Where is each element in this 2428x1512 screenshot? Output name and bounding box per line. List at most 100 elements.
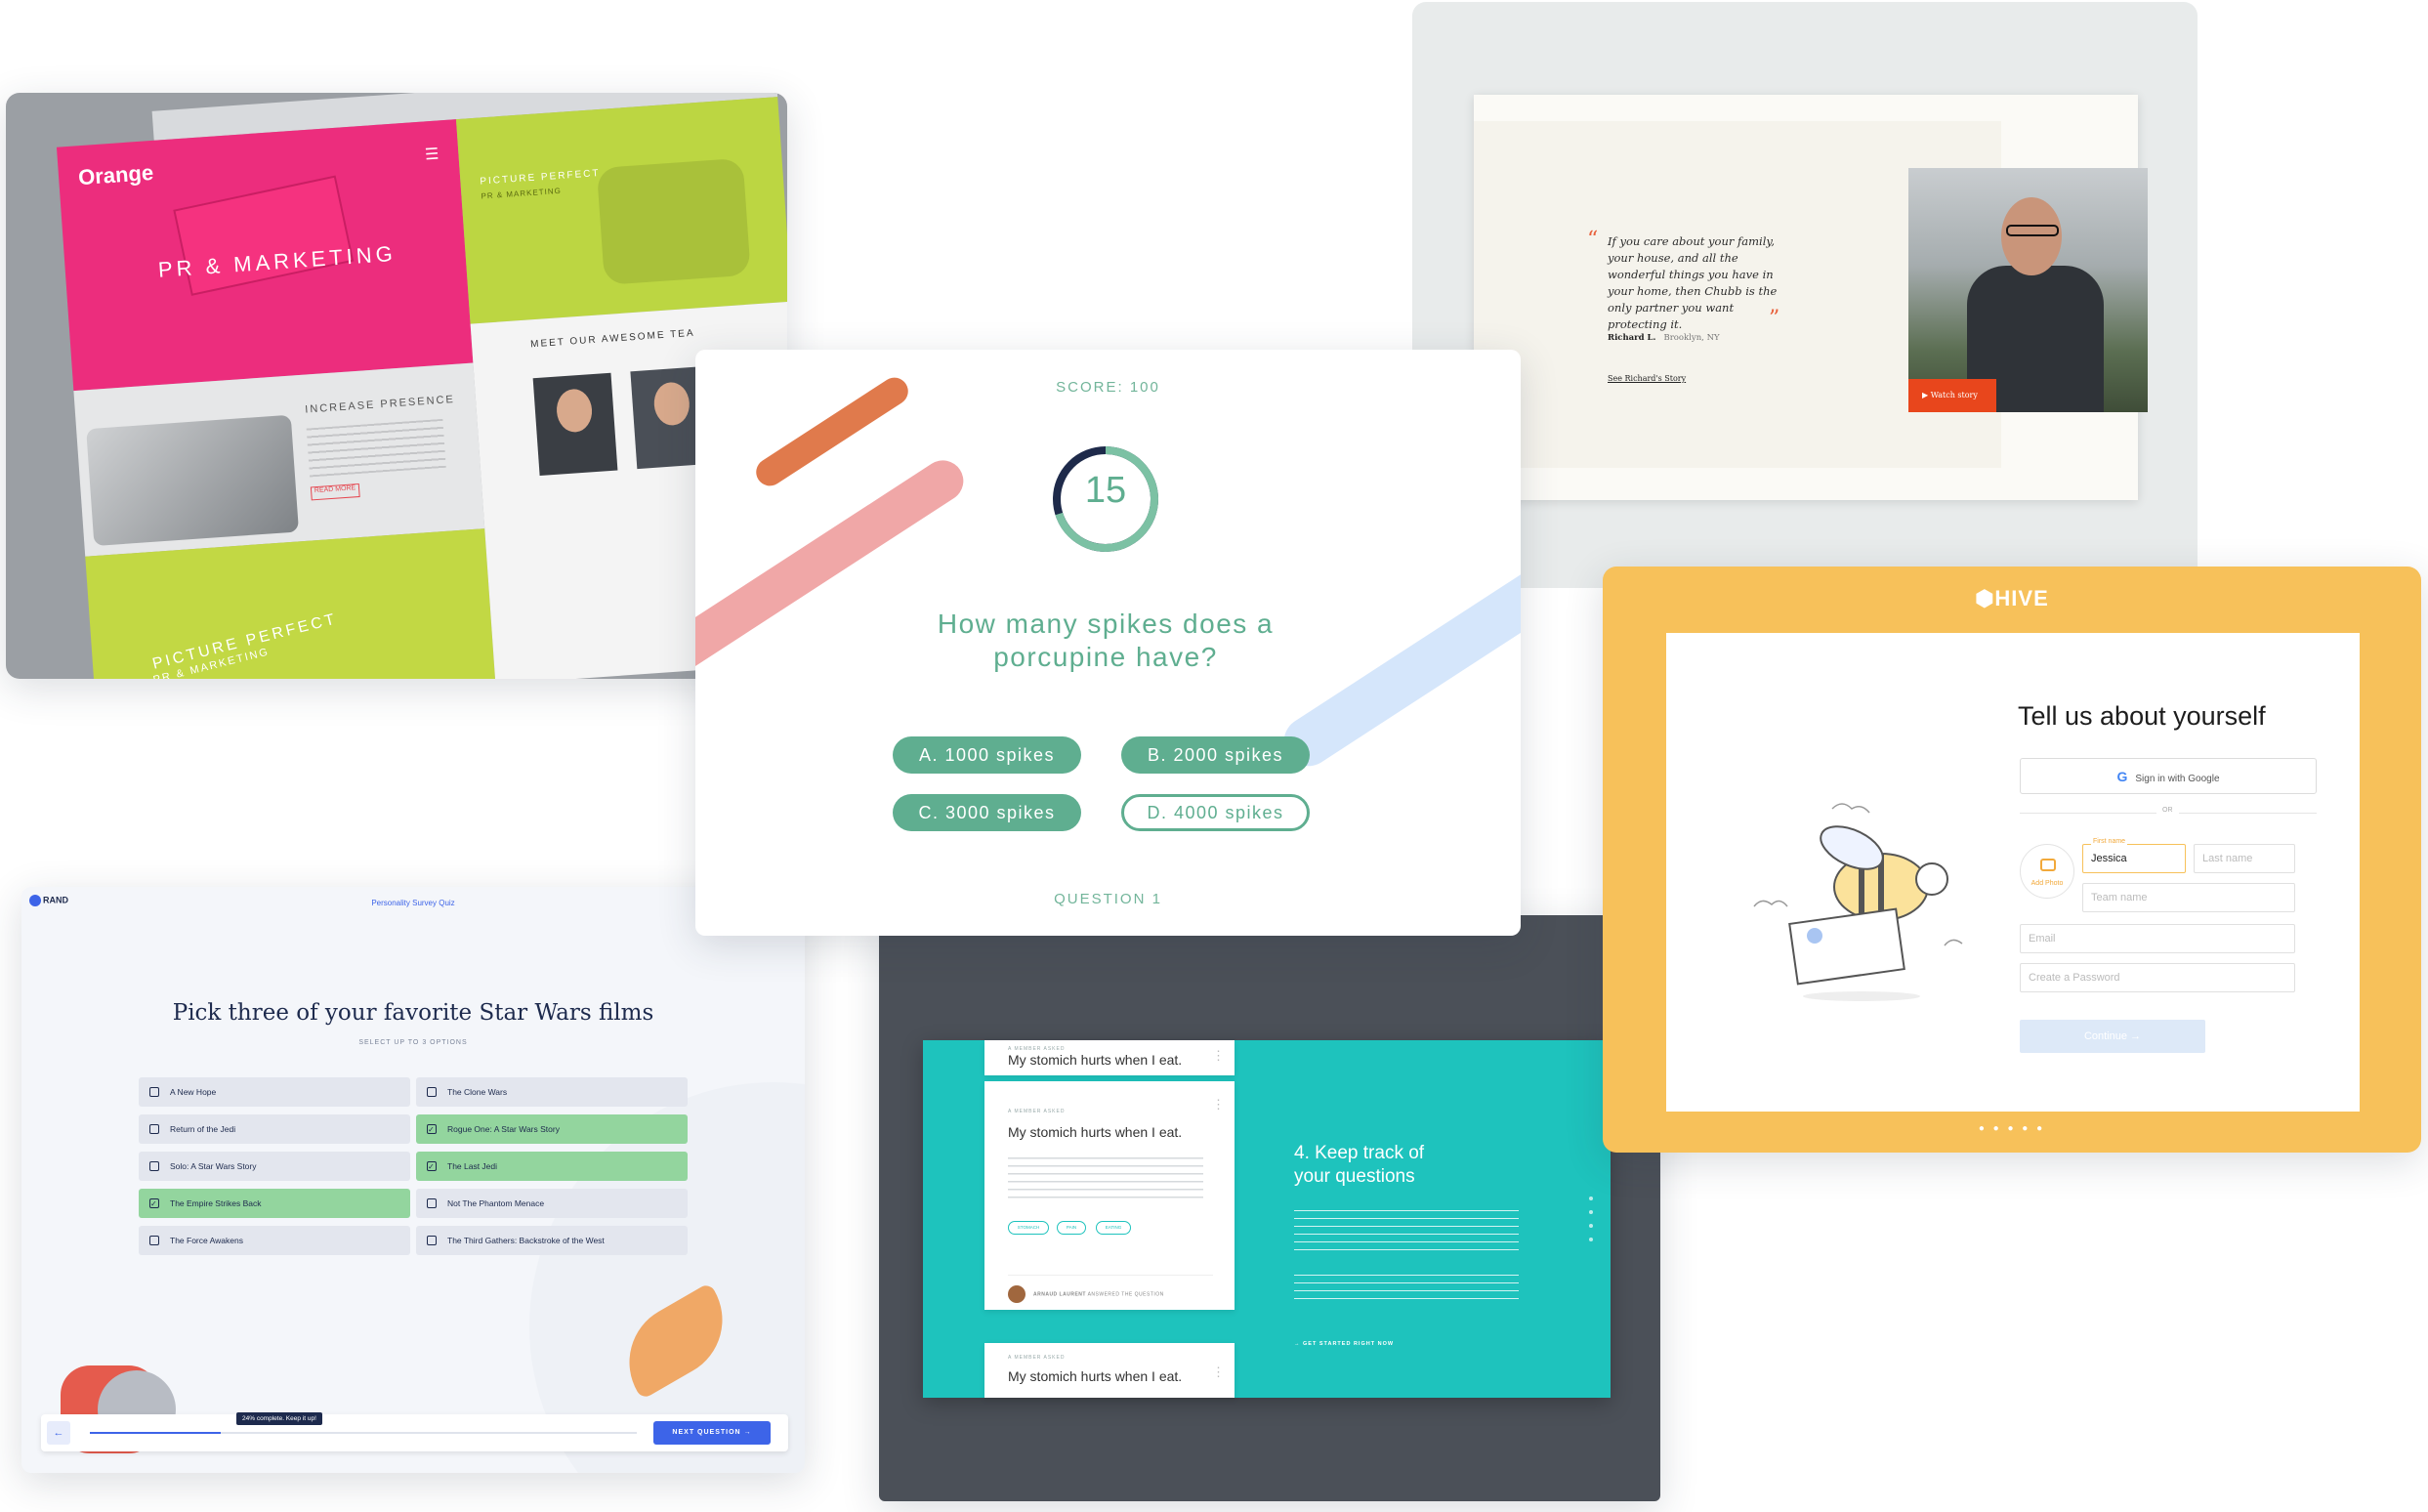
first-name-value: Jessica xyxy=(2091,853,2127,864)
play-icon: ▶ xyxy=(1922,391,1931,399)
question-card-text: My stomich hurts when I eat. xyxy=(1008,1368,1183,1384)
checkbox-icon[interactable] xyxy=(427,1087,437,1097)
tag-stomach[interactable]: STOMACH xyxy=(1008,1221,1049,1235)
answer-author: ARNAUD LAURENT ANSWERED THE QUESTION xyxy=(1008,1275,1213,1303)
orange-logo: Orange xyxy=(77,159,154,190)
watch-story-label: Watch story xyxy=(1930,391,1978,399)
password-field[interactable]: Create a Password xyxy=(2020,963,2295,992)
face xyxy=(555,388,594,434)
first-name-label: First name xyxy=(2091,837,2128,847)
answer-c-button[interactable]: C. 3000 spikes xyxy=(893,794,1081,831)
testimonial-quote: If you care about your family, your hous… xyxy=(1608,234,1778,331)
dot[interactable] xyxy=(1589,1224,1593,1228)
orange-website-screenshot: Orange ☰ PR & MARKETING INCREASE PRESENC… xyxy=(6,93,787,679)
answered-label: ANSWERED THE QUESTION xyxy=(1087,1291,1164,1298)
question-card-expanded[interactable]: A MEMBER ASKED My stomich hurts when I e… xyxy=(984,1081,1235,1310)
timer-value: 15 xyxy=(1084,470,1127,511)
watch-story-button[interactable]: ▶ Watch story xyxy=(1908,379,1996,412)
more-options-icon[interactable]: ⋮ xyxy=(1212,1048,1225,1064)
last-name-field[interactable]: Last name xyxy=(2194,844,2295,873)
option-5[interactable]: The Last Jedi xyxy=(416,1152,688,1182)
progress-tooltip: 24% complete. Keep it up! xyxy=(236,1412,322,1425)
avatar xyxy=(1008,1285,1026,1303)
camera-icon xyxy=(2040,859,2056,871)
team-member-photo xyxy=(532,372,618,477)
feature-headline-line1: 4. Keep track of xyxy=(1294,1143,1425,1163)
open-quote-mark: “ xyxy=(1587,228,1599,252)
read-more-button[interactable]: READ MORE xyxy=(310,483,360,501)
more-options-icon[interactable]: ⋮ xyxy=(1212,1097,1225,1113)
checkbox-icon[interactable] xyxy=(149,1161,159,1171)
testimonial-author: Richard L. Brooklyn, NY xyxy=(1608,333,1720,343)
get-started-label: GET STARTED RIGHT NOW xyxy=(1303,1341,1395,1347)
next-question-button[interactable]: NEXT QUESTION → xyxy=(653,1421,771,1445)
survey-nav-title: Personality Survey Quiz xyxy=(371,899,455,907)
option-7[interactable]: Not The Phantom Menace xyxy=(416,1189,688,1218)
continue-label: Continue xyxy=(2083,1030,2127,1042)
arrow-right-icon: → xyxy=(743,1429,752,1436)
checked-checkbox-icon[interactable] xyxy=(427,1153,437,1182)
checkbox-icon[interactable] xyxy=(149,1124,159,1134)
option-6[interactable]: The Empire Strikes Back xyxy=(139,1189,410,1219)
checkbox-icon[interactable] xyxy=(427,1198,437,1208)
back-button[interactable]: ← xyxy=(47,1421,70,1445)
feature-headline-line2: your questions xyxy=(1294,1166,1415,1187)
checkbox-icon[interactable] xyxy=(149,1236,159,1245)
google-icon: G xyxy=(2116,769,2128,784)
dot[interactable] xyxy=(1589,1238,1593,1241)
dot[interactable] xyxy=(1589,1210,1593,1214)
option-9[interactable]: The Third Gathers: Backstroke of the Wes… xyxy=(416,1226,688,1255)
answer-b-button[interactable]: B. 2000 spikes xyxy=(1121,736,1310,774)
hive-logo: ⬢HIVE xyxy=(1603,586,2421,611)
answer-a-button[interactable]: A. 1000 spikes xyxy=(893,736,1081,774)
google-signin-button[interactable]: G Sign in with Google xyxy=(2020,758,2317,794)
team-name-field[interactable]: Team name xyxy=(2082,883,2295,912)
envelope-avatar xyxy=(1807,928,1822,944)
shadow xyxy=(1803,991,1920,1001)
questions-app-screenshot: A MEMBER ASKED My stomich hurts when I e… xyxy=(879,915,1660,1501)
option-2[interactable]: Return of the Jedi xyxy=(139,1114,410,1144)
answer-d-button[interactable]: D. 4000 spikes xyxy=(1121,794,1310,831)
question-card-tag: A MEMBER ASKED xyxy=(1008,1109,1066,1114)
author-name: ARNAUD LAURENT xyxy=(1033,1291,1086,1298)
star-wars-survey-screenshot: RAND Personality Survey Quiz Pick three … xyxy=(21,887,805,1473)
option-4[interactable]: Solo: A Star Wars Story xyxy=(139,1152,410,1181)
arrow-left-icon: ← xyxy=(53,1427,64,1439)
hive-signup-screenshot: ⬢HIVE Tell us about yourself G Sign in wi… xyxy=(1603,567,2421,1153)
tag-eating[interactable]: EATING xyxy=(1096,1221,1131,1235)
checkbox-icon[interactable] xyxy=(149,1087,159,1097)
get-started-link[interactable]: → GET STARTED RIGHT NOW xyxy=(1294,1341,1394,1347)
checkbox-icon[interactable] xyxy=(427,1236,437,1245)
see-story-link[interactable]: See Richard's Story xyxy=(1608,374,1686,383)
option-label: Rogue One: A Star Wars Story xyxy=(447,1124,560,1134)
option-0[interactable]: A New Hope xyxy=(139,1077,410,1107)
option-1[interactable]: The Clone Wars xyxy=(416,1077,688,1107)
option-3[interactable]: Rogue One: A Star Wars Story xyxy=(416,1114,688,1145)
quiz-screenshot: SCORE: 100 15 How many spikes does a por… xyxy=(695,350,1521,936)
arrow-right-icon: → xyxy=(2130,1030,2142,1042)
signup-title: Tell us about yourself xyxy=(2018,701,2266,731)
first-name-field[interactable]: First name Jessica xyxy=(2082,837,2186,873)
face xyxy=(652,381,691,427)
survey-title: Pick three of your favorite Star Wars fi… xyxy=(172,1000,654,1026)
hamburger-menu-icon[interactable]: ☰ xyxy=(424,144,440,164)
camera-section: PICTURE PERFECT PR & MARKETING xyxy=(455,97,787,324)
tag-pain[interactable]: PAIN xyxy=(1057,1221,1086,1235)
continue-button[interactable]: Continue → xyxy=(2020,1020,2205,1053)
picture-perfect-heading: PICTURE PERFECT xyxy=(150,610,340,673)
hive-icon: ⬢ xyxy=(1975,586,1995,610)
email-field[interactable]: Email xyxy=(2020,924,2295,953)
pagination-dots[interactable] xyxy=(1589,1197,1593,1251)
checked-checkbox-icon[interactable] xyxy=(427,1115,437,1145)
option-8[interactable]: The Force Awakens xyxy=(139,1226,410,1255)
option-label: The Empire Strikes Back xyxy=(170,1198,262,1208)
google-signin-label: Sign in with Google xyxy=(2135,774,2220,784)
progress-footer: ← 24% complete. Keep it up! NEXT QUESTIO… xyxy=(41,1412,788,1451)
question-card[interactable]: A MEMBER ASKED My stomich hurts when I e… xyxy=(984,1040,1235,1075)
question-card[interactable]: A MEMBER ASKED My stomich hurts when I e… xyxy=(984,1343,1235,1398)
dot[interactable] xyxy=(1589,1197,1593,1200)
checked-checkbox-icon[interactable] xyxy=(149,1190,159,1219)
more-options-icon[interactable]: ⋮ xyxy=(1212,1365,1225,1380)
add-photo-button[interactable]: Add Photo xyxy=(2020,844,2074,899)
score-label: SCORE: 100 xyxy=(1056,379,1160,396)
